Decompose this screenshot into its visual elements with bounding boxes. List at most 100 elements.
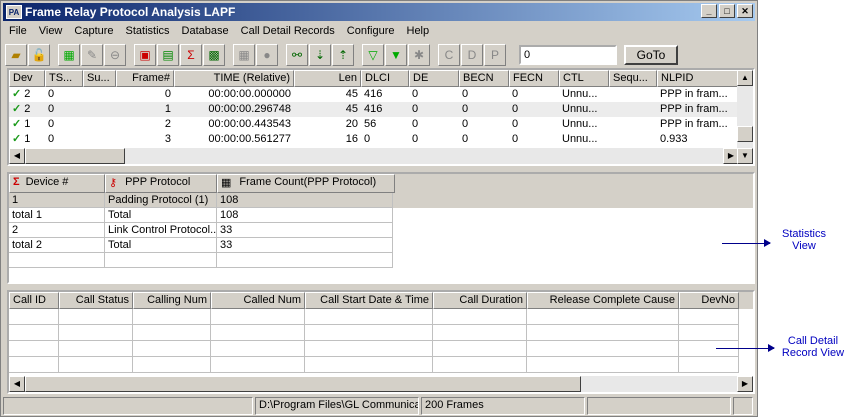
stat-row[interactable]: 2 Link Control Protocol... 33: [9, 223, 753, 238]
cdr-hscroll-thumb[interactable]: [25, 376, 581, 392]
detail-icon[interactable]: ▤: [157, 44, 179, 66]
cdr-row[interactable]: [9, 357, 753, 373]
filter-clear-icon[interactable]: ✱: [408, 44, 430, 66]
stat-col-device[interactable]: Σ Device #: [9, 174, 105, 193]
col-len[interactable]: Len: [294, 70, 361, 87]
col-su[interactable]: Su...: [83, 70, 116, 87]
table-icon[interactable]: ▦: [233, 44, 255, 66]
cdr-col-called-num[interactable]: Called Num: [211, 292, 305, 309]
minimize-button[interactable]: _: [701, 4, 717, 18]
menu-capture[interactable]: Capture: [68, 23, 119, 41]
col-dev[interactable]: Dev: [9, 70, 45, 87]
open-folder-icon[interactable]: ▰: [5, 44, 27, 66]
check-icon: ✓: [12, 88, 25, 100]
save-icon[interactable]: ▩: [203, 44, 225, 66]
col-becn[interactable]: BECN: [459, 70, 509, 87]
scroll-up-icon[interactable]: ▲: [737, 70, 753, 86]
scroll-down-icon[interactable]: ▼: [737, 148, 753, 164]
cdr-scroll-right-icon[interactable]: ▶: [737, 376, 753, 392]
frames-header: Dev TS... Su... Frame# TIME (Relative) L…: [9, 70, 753, 87]
cdr-col-start-time[interactable]: Call Start Date & Time: [305, 292, 433, 309]
cdr-scroll-left-icon[interactable]: ◀: [9, 376, 25, 392]
menu-view[interactable]: View: [33, 23, 69, 41]
stat-row[interactable]: total 2 Total 33: [9, 238, 753, 253]
scroll-left-icon[interactable]: ◀: [9, 148, 25, 164]
maximize-button[interactable]: □: [719, 4, 735, 18]
frame-row[interactable]: ✓ 2 0 1 00:00:00.296748 45 416 0 0 0 Unnu... PPP i…: [9, 102, 753, 117]
binoculars-icon[interactable]: ⚯: [286, 44, 308, 66]
col-dlci[interactable]: DLCI: [361, 70, 409, 87]
search-up-icon[interactable]: ⇡: [332, 44, 354, 66]
cdr-col-duration[interactable]: Call Duration: [433, 292, 527, 309]
menu-statistics[interactable]: Statistics: [120, 23, 176, 41]
record-icon[interactable]: ●: [256, 44, 278, 66]
cdr-row[interactable]: [9, 341, 753, 357]
capture-tools-icon[interactable]: ✎: [81, 44, 103, 66]
frames-vscroll[interactable]: ▲: [737, 70, 753, 148]
filter-icon[interactable]: ▼: [385, 44, 407, 66]
cdr-col-call-status[interactable]: Call Status: [59, 292, 133, 309]
frame-row[interactable]: ✓ 1 0 3 00:00:00.561277 16 0 0 0 0 Unnu... 0.933: [9, 132, 753, 147]
cdr-row[interactable]: [9, 309, 753, 325]
unlock-icon[interactable]: 🔓: [28, 44, 50, 66]
title-bar[interactable]: PA Frame Relay Protocol Analysis LAPF _ …: [3, 3, 755, 21]
menu-bar: File View Capture Statistics Database Ca…: [3, 23, 435, 41]
sum-stats-icon[interactable]: Σ: [180, 44, 202, 66]
capture-start-icon[interactable]: ▦: [58, 44, 80, 66]
cdr-cell: [433, 357, 527, 373]
frame-cell: [609, 117, 657, 132]
cdr-col-devno[interactable]: DevNo: [679, 292, 739, 309]
frame-cell: 0.933: [660, 133, 688, 145]
stat-col-protocol[interactable]: ⚷ PPP Protocol: [105, 174, 217, 193]
menu-file[interactable]: File: [3, 23, 33, 41]
cdr-col-release-cause[interactable]: Release Complete Cause: [527, 292, 679, 309]
frames-hscroll[interactable]: ◀ ▶: [9, 148, 739, 164]
col-de[interactable]: DE: [409, 70, 459, 87]
frame-cell: 00:00:00.296748: [208, 103, 291, 115]
col-sequ[interactable]: Sequ...: [609, 70, 657, 87]
frame-cell: 56: [364, 118, 377, 130]
frame-cell: 0: [462, 118, 469, 130]
stat-row[interactable]: 1 Padding Protocol (1) 108: [9, 193, 753, 208]
goto-button[interactable]: GoTo: [624, 45, 678, 65]
decode-c-icon[interactable]: C: [438, 44, 460, 66]
pdu-icon[interactable]: P: [484, 44, 506, 66]
frame-cell: 1: [164, 103, 171, 115]
cdr-cell: [433, 341, 527, 357]
cdr-col-calling-num[interactable]: Calling Num: [133, 292, 211, 309]
frame-icon[interactable]: ▣: [134, 44, 156, 66]
stop-icon[interactable]: ⊖: [104, 44, 126, 66]
cdr-hscroll[interactable]: ◀ ▶: [9, 376, 753, 392]
filter-set-icon[interactable]: ▽: [362, 44, 384, 66]
menu-configure[interactable]: Configure: [341, 23, 401, 41]
stat-cell: 1: [9, 193, 105, 208]
close-button[interactable]: ✕: [737, 4, 753, 18]
stat-col-frame-count[interactable]: ▦ Frame Count(PPP Protocol): [217, 174, 395, 193]
cdr-cell: [433, 325, 527, 341]
resize-grip-icon[interactable]: [733, 397, 753, 415]
menu-database[interactable]: Database: [176, 23, 235, 41]
stat-row[interactable]: [9, 253, 753, 268]
col-ts[interactable]: TS...: [45, 70, 83, 87]
scroll-thumb[interactable]: [737, 126, 753, 142]
hscroll-thumb[interactable]: [25, 148, 125, 164]
col-frame[interactable]: Frame#: [116, 70, 174, 87]
menu-help[interactable]: Help: [401, 23, 436, 41]
cdr-cell: [9, 341, 59, 357]
search-down-icon[interactable]: ⇣: [309, 44, 331, 66]
col-fecn[interactable]: FECN: [509, 70, 559, 87]
frame-row[interactable]: ✓ 2 0 0 00:00:00.000000 45 416 0 0 0 Unnu... PPP i…: [9, 87, 753, 102]
menu-call-detail-records[interactable]: Call Detail Records: [235, 23, 341, 41]
col-ctl[interactable]: CTL: [559, 70, 609, 87]
decode-d-icon[interactable]: D: [461, 44, 483, 66]
col-nlpid[interactable]: NLPID: [657, 70, 743, 87]
goto-input[interactable]: 0: [519, 45, 617, 65]
frame-row[interactable]: ✓ 1 0 2 00:00:00.443543 20 56 0 0 0 Unnu... PPP in…: [9, 117, 753, 132]
cdr-col-call-id[interactable]: Call ID: [9, 292, 59, 309]
status-bar: D:\Program Files\GL Communicatic 200 Fra…: [3, 397, 755, 415]
stat-row[interactable]: total 1 Total 108: [9, 208, 753, 223]
cdr-row[interactable]: [9, 325, 753, 341]
frame-cell: 0: [164, 88, 171, 100]
col-time[interactable]: TIME (Relative): [174, 70, 294, 87]
app-logo-icon: PA: [6, 5, 22, 19]
